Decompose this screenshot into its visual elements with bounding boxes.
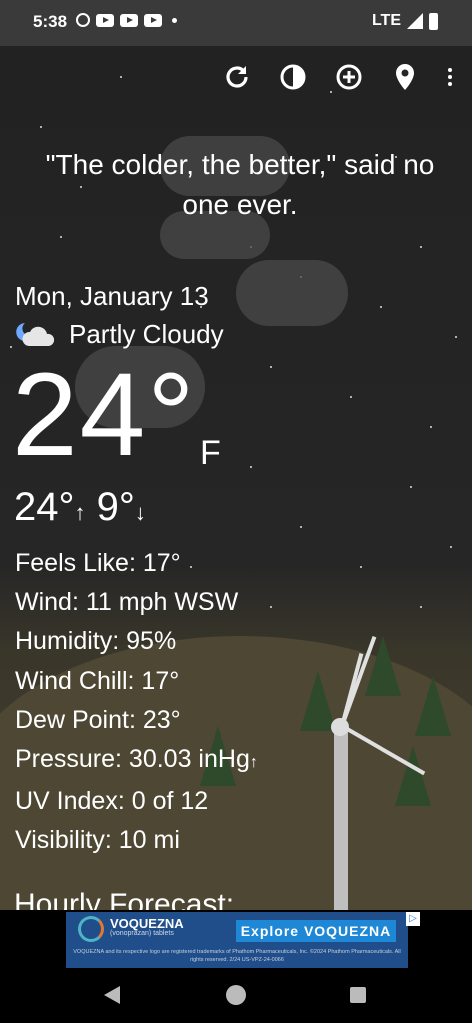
- temperature-unit: F: [200, 434, 221, 472]
- current-condition: Partly Cloudy: [15, 319, 224, 350]
- status-system-icons: LTE: [372, 12, 438, 30]
- back-button[interactable]: [104, 986, 120, 1004]
- youtube-notification-icon: [120, 13, 138, 27]
- ad-content[interactable]: VOQUEZNA (vonoprazan) tablets Explore VO…: [66, 912, 408, 968]
- ad-legal-text: VOQUEZNA and its respective logo are reg…: [73, 949, 401, 963]
- add-icon: [336, 64, 362, 90]
- refresh-icon: [226, 66, 248, 88]
- weather-details: Feels Like: 17° Wind: 11 mph WSW Humidit…: [15, 544, 258, 861]
- ad-banner[interactable]: VOQUEZNA (vonoprazan) tablets Explore VO…: [0, 910, 472, 970]
- more-options-button[interactable]: [446, 62, 454, 92]
- refresh-button[interactable]: [222, 62, 252, 92]
- high-temp: 24°: [14, 485, 75, 529]
- pressure-trend-icon: ↑: [249, 754, 258, 772]
- visibility: Visibility: 10 mi: [15, 826, 180, 855]
- ad-logo-icon: [78, 916, 104, 942]
- recents-button[interactable]: [350, 987, 366, 1003]
- battery-icon: [429, 12, 438, 30]
- current-date: Mon, January 13: [15, 281, 209, 311]
- low-temp: 9°: [96, 485, 135, 529]
- partly-cloudy-night-icon: [15, 320, 59, 350]
- toolbar: [222, 62, 454, 92]
- weather-quote: "The colder, the better," said no one ev…: [45, 149, 435, 220]
- uv-index: UV Index: 0 of 12: [15, 787, 209, 816]
- alarm-icon: [76, 13, 90, 27]
- ad-choices-icon[interactable]: ▷: [406, 912, 420, 926]
- status-notification-icons: [76, 13, 177, 27]
- system-nav-bar: [0, 970, 472, 1023]
- theme-button[interactable]: [278, 62, 308, 92]
- low-arrow-icon: ↓: [134, 500, 146, 525]
- more-notifications-icon: [172, 17, 177, 23]
- pressure-row: Pressure: 30.03 inHg↑: [15, 740, 258, 782]
- wind: Wind: 11 mph WSW: [15, 588, 239, 617]
- wind-chill: Wind Chill: 17°: [15, 666, 180, 695]
- status-bar: 5:38 LTE: [0, 0, 472, 46]
- youtube-notification-icon: [144, 13, 162, 27]
- high-low-temperature: 24°↑ 9°↓: [14, 485, 146, 530]
- ad-cta-button[interactable]: Explore VOQUEZNA: [236, 920, 396, 942]
- condition-text: Partly Cloudy: [69, 319, 224, 349]
- location-button[interactable]: [390, 62, 420, 92]
- more-icon: [448, 68, 452, 72]
- status-time: 5:38: [33, 12, 68, 31]
- theme-icon: [280, 64, 306, 90]
- high-arrow-icon: ↑: [74, 500, 86, 525]
- wind-turbine: [334, 726, 348, 910]
- network-type: LTE: [371, 12, 401, 29]
- home-button[interactable]: [226, 985, 246, 1005]
- current-temperature: 24°: [12, 349, 197, 481]
- feels-like: Feels Like: 17°: [15, 549, 181, 577]
- add-location-button[interactable]: [334, 62, 364, 92]
- pressure: Pressure: 30.03 inHg: [15, 745, 250, 774]
- signal-icon: [407, 13, 423, 29]
- youtube-notification-icon: [96, 13, 114, 27]
- ad-brand: VOQUEZNA: [110, 916, 184, 931]
- dew-point: Dew Point: 23°: [15, 705, 181, 734]
- ad-subtitle: (vonoprazan) tablets: [110, 930, 174, 937]
- humidity: Humidity: 95%: [15, 627, 177, 656]
- location-icon: [396, 64, 414, 90]
